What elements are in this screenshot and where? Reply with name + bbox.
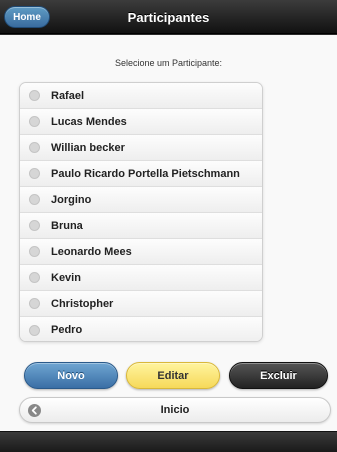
header-bar: Home Participantes	[0, 0, 337, 34]
participant-name: Christopher	[51, 297, 114, 310]
radio-icon[interactable]	[29, 194, 40, 205]
excluir-button[interactable]: Excluir	[229, 362, 328, 389]
home-button[interactable]: Home	[4, 6, 50, 28]
radio-icon[interactable]	[29, 142, 40, 153]
participant-item[interactable]: Bruna	[20, 213, 262, 239]
participant-item[interactable]: Rafael	[20, 83, 262, 109]
radio-icon[interactable]	[29, 272, 40, 283]
arrow-left-icon	[28, 404, 41, 417]
inicio-button[interactable]: Inicio	[19, 397, 331, 423]
radio-icon[interactable]	[29, 324, 40, 336]
radio-icon[interactable]	[29, 220, 40, 231]
participant-item[interactable]: Lucas Mendes	[20, 109, 262, 135]
participant-name: Leonardo Mees	[51, 245, 132, 258]
participant-item[interactable]: Pedro	[20, 317, 262, 341]
participant-item[interactable]: Jorgino	[20, 187, 262, 213]
participant-name: Rafael	[51, 89, 85, 102]
participant-item[interactable]: Paulo Ricardo Portella Pietschmann	[20, 161, 262, 187]
participant-name: Willian becker	[51, 141, 125, 154]
novo-button[interactable]: Novo	[24, 362, 118, 389]
participant-name: Bruna	[51, 219, 83, 232]
participant-name: Pedro	[51, 324, 83, 336]
radio-icon[interactable]	[29, 246, 40, 257]
participant-name: Kevin	[51, 271, 81, 284]
radio-icon[interactable]	[29, 298, 40, 309]
participant-item[interactable]: Kevin	[20, 265, 262, 291]
inicio-label: Inicio	[160, 404, 190, 416]
participant-item[interactable]: Leonardo Mees	[20, 239, 262, 265]
participant-name: Paulo Ricardo Portella Pietschmann	[51, 167, 240, 180]
radio-icon[interactable]	[29, 90, 40, 101]
participant-name: Jorgino	[51, 193, 92, 206]
participant-name: Lucas Mendes	[51, 115, 127, 128]
radio-icon[interactable]	[29, 168, 40, 179]
participant-item[interactable]: Willian becker	[20, 135, 262, 161]
participant-list: Rafael Lucas Mendes Willian becker Paulo…	[19, 82, 263, 342]
editar-button[interactable]: Editar	[126, 362, 220, 389]
radio-icon[interactable]	[29, 116, 40, 127]
page-title: Participantes	[127, 9, 210, 25]
footer-bar	[0, 431, 337, 452]
participant-item[interactable]: Christopher	[20, 291, 262, 317]
select-participant-prompt: Selecione um Participante:	[114, 58, 223, 68]
